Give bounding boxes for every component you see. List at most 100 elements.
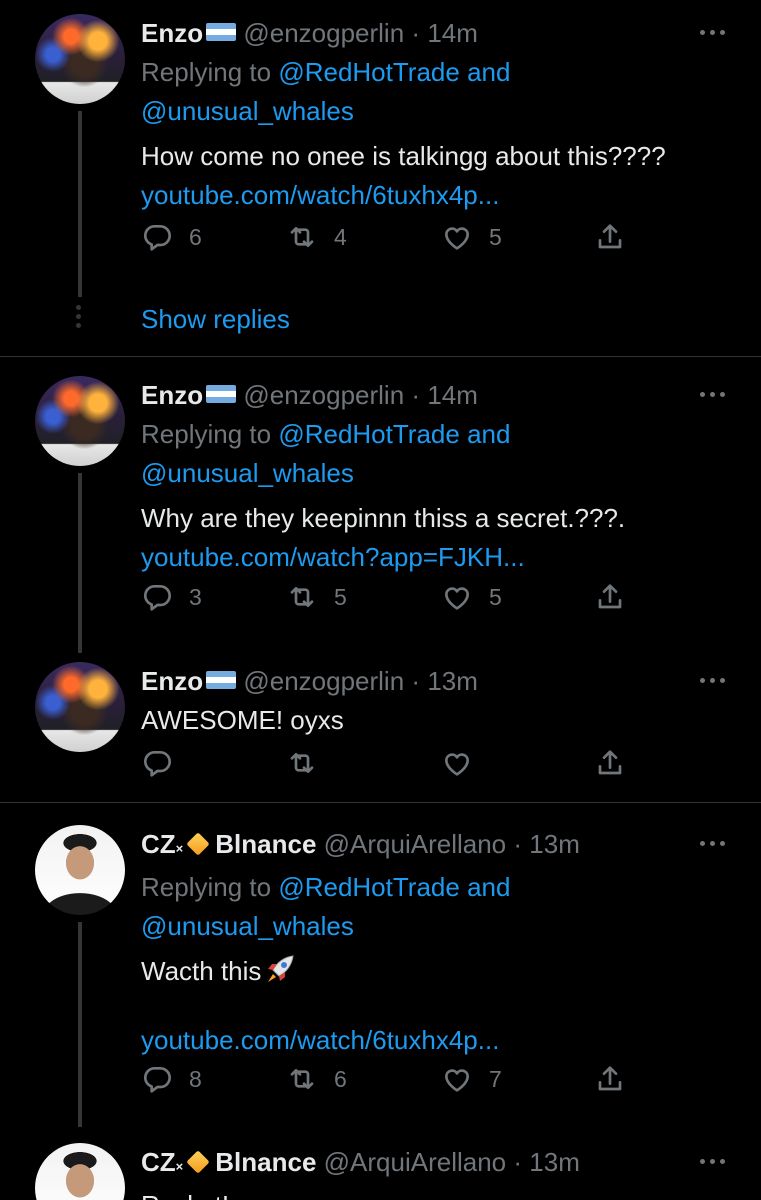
replying-to: Replying to @RedHotTrade and bbox=[141, 53, 721, 92]
binance-diamond-icon bbox=[186, 1150, 210, 1174]
argentina-flag-icon bbox=[206, 23, 237, 41]
tweet-header: CZ× Blnance @ArquiArellano · 13m bbox=[141, 1143, 721, 1186]
like-button[interactable]: 5 bbox=[441, 580, 502, 614]
more-icon[interactable] bbox=[700, 1159, 726, 1165]
display-name-suffix[interactable]: Blnance bbox=[215, 1147, 316, 1177]
reply-button[interactable] bbox=[141, 746, 173, 780]
reply-button[interactable]: 6 bbox=[141, 220, 202, 254]
replying-to: Replying to @RedHotTrade and bbox=[141, 415, 721, 454]
reply-count: 3 bbox=[189, 583, 202, 610]
retweet-count: 5 bbox=[334, 583, 347, 610]
like-button[interactable] bbox=[441, 746, 473, 780]
avatar[interactable] bbox=[35, 1143, 125, 1200]
name-x: × bbox=[175, 841, 184, 856]
separator-dot: · bbox=[513, 1147, 523, 1177]
reply-icon bbox=[141, 1063, 173, 1095]
divider bbox=[0, 356, 761, 357]
avatar[interactable] bbox=[35, 14, 125, 104]
mention-link[interactable]: @RedHotTrade bbox=[278, 872, 460, 902]
like-icon bbox=[441, 747, 473, 779]
share-icon bbox=[594, 221, 626, 253]
display-name[interactable]: Enzo bbox=[141, 18, 203, 48]
retweet-icon bbox=[286, 581, 318, 613]
timestamp[interactable]: 13m bbox=[529, 1147, 580, 1177]
timestamp[interactable]: 14m bbox=[427, 18, 478, 48]
like-count: 5 bbox=[489, 583, 502, 610]
handle[interactable]: @enzogperlin bbox=[243, 380, 404, 410]
handle[interactable]: @ArquiArellano bbox=[324, 1147, 506, 1177]
tweet-text: How come no onee is talkingg about this?… bbox=[141, 141, 666, 171]
tweet-header: Enzo @enzogperlin · 14m bbox=[141, 376, 721, 415]
display-name-suffix[interactable]: Blnance bbox=[215, 829, 316, 859]
thread-line bbox=[78, 473, 82, 653]
divider bbox=[0, 802, 761, 803]
more-icon[interactable] bbox=[700, 30, 726, 36]
retweet-button[interactable]: 4 bbox=[286, 220, 347, 254]
retweet-button[interactable]: 5 bbox=[286, 580, 347, 614]
show-replies-link[interactable]: Show replies bbox=[141, 300, 290, 339]
like-count: 5 bbox=[489, 223, 502, 250]
action-bar: 3 5 5 bbox=[141, 580, 641, 614]
tweet-text: Why are they keepinnn thiss a secret.???… bbox=[141, 503, 626, 533]
separator-dot: · bbox=[411, 666, 421, 696]
mention-link[interactable]: @unusual_whales bbox=[141, 96, 354, 126]
timestamp[interactable]: 14m bbox=[427, 380, 478, 410]
timestamp[interactable]: 13m bbox=[529, 829, 580, 859]
handle[interactable]: @ArquiArellano bbox=[324, 829, 506, 859]
thread-line bbox=[78, 922, 82, 1127]
retweet-count: 6 bbox=[334, 1065, 347, 1092]
more-icon[interactable] bbox=[700, 678, 726, 684]
retweet-icon bbox=[286, 1063, 318, 1095]
and-label[interactable]: and bbox=[467, 419, 510, 449]
reply-icon bbox=[141, 221, 173, 253]
reply-count: 8 bbox=[189, 1065, 202, 1092]
share-button[interactable] bbox=[594, 1062, 626, 1096]
action-bar: 8 6 7 bbox=[141, 1062, 641, 1096]
and-label[interactable]: and bbox=[467, 57, 510, 87]
conversation-feed: Enzo @enzogperlin · 14m Replying to @Red… bbox=[0, 0, 761, 1200]
display-name[interactable]: Enzo bbox=[141, 666, 203, 696]
reply-button[interactable]: 8 bbox=[141, 1062, 202, 1096]
argentina-flag-icon bbox=[206, 671, 237, 689]
like-count: 7 bbox=[489, 1065, 502, 1092]
share-button[interactable] bbox=[594, 746, 626, 780]
more-icon[interactable] bbox=[700, 841, 726, 847]
display-name[interactable]: CZ bbox=[141, 829, 176, 859]
tweet-text: Rocket! bbox=[141, 1190, 229, 1200]
display-name[interactable]: CZ bbox=[141, 1147, 176, 1177]
display-name[interactable]: Enzo bbox=[141, 380, 203, 410]
separator-dot: · bbox=[411, 18, 421, 48]
reply-count: 6 bbox=[189, 223, 202, 250]
like-button[interactable]: 7 bbox=[441, 1062, 502, 1096]
avatar[interactable] bbox=[35, 825, 125, 915]
avatar[interactable] bbox=[35, 662, 125, 752]
action-bar bbox=[141, 746, 641, 780]
retweet-button[interactable] bbox=[286, 746, 318, 780]
argentina-flag-icon bbox=[206, 385, 237, 403]
retweet-icon bbox=[286, 221, 318, 253]
retweet-button[interactable]: 6 bbox=[286, 1062, 347, 1096]
tweet-link[interactable]: youtube.com/watch?app=FJKH... bbox=[141, 542, 525, 572]
handle[interactable]: @enzogperlin bbox=[243, 18, 404, 48]
handle[interactable]: @enzogperlin bbox=[243, 666, 404, 696]
reply-button[interactable]: 3 bbox=[141, 580, 202, 614]
tweet-link[interactable]: youtube.com/watch/6tuxhx4p... bbox=[141, 1025, 499, 1055]
thread-line bbox=[78, 111, 82, 297]
like-button[interactable]: 5 bbox=[441, 220, 502, 254]
tweet-link[interactable]: youtube.com/watch/6tuxhx4p... bbox=[141, 180, 499, 210]
name-x: × bbox=[175, 1159, 184, 1174]
more-icon[interactable] bbox=[700, 392, 726, 398]
replying-prefix: Replying to bbox=[141, 419, 272, 449]
timestamp[interactable]: 13m bbox=[427, 666, 478, 696]
mention-link[interactable]: @RedHotTrade bbox=[278, 57, 460, 87]
mention-link[interactable]: @unusual_whales bbox=[141, 458, 354, 488]
share-button[interactable] bbox=[594, 580, 626, 614]
share-button[interactable] bbox=[594, 220, 626, 254]
and-label[interactable]: and bbox=[467, 872, 510, 902]
mention-link[interactable]: @unusual_whales bbox=[141, 911, 354, 941]
retweet-count: 4 bbox=[334, 223, 347, 250]
mention-link[interactable]: @RedHotTrade bbox=[278, 419, 460, 449]
share-icon bbox=[594, 581, 626, 613]
replying-to: Replying to @RedHotTrade and bbox=[141, 868, 721, 907]
avatar[interactable] bbox=[35, 376, 125, 466]
